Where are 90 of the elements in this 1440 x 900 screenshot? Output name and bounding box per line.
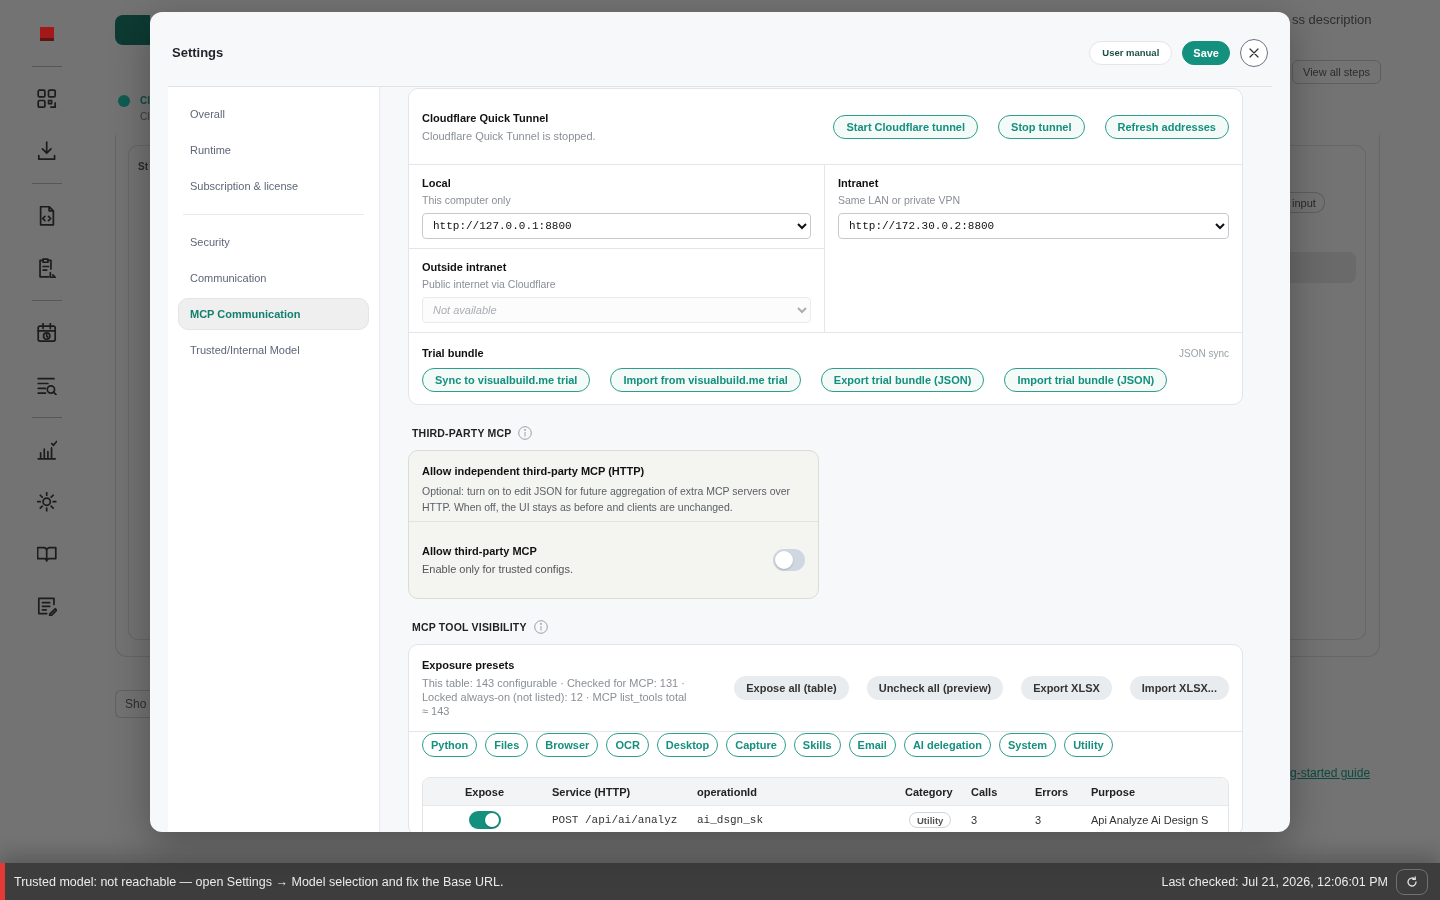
tunnel-button[interactable]: Refresh addresses	[1104, 114, 1229, 139]
bundle-button[interactable]: Import trial bundle (JSON)	[1004, 368, 1168, 392]
category-filter[interactable]: Desktop	[656, 733, 719, 757]
tunnel-button[interactable]: Start Cloudflare tunnel	[833, 114, 979, 139]
category-filter[interactable]: OCR	[606, 733, 649, 757]
nav-item[interactable]: Subscription & license	[178, 170, 369, 202]
bundle-button[interactable]: Export trial bundle (JSON)	[820, 368, 985, 392]
category-filter[interactable]: Skills	[793, 733, 841, 757]
nav-item[interactable]: Security	[178, 226, 369, 258]
refresh-button[interactable]	[1396, 868, 1428, 895]
bundle-button[interactable]: Sync to visualbuild.me trial	[422, 368, 591, 392]
column-header: Service (HTTP)	[552, 785, 631, 798]
tunnel-button[interactable]: Stop tunnel	[998, 114, 1085, 139]
nav-item[interactable]: Overall	[178, 98, 369, 130]
book-icon[interactable]	[36, 544, 57, 564]
calendar-icon[interactable]	[36, 323, 57, 343]
category-filter[interactable]: Python	[422, 733, 478, 757]
category-filter[interactable]: Browser	[536, 733, 599, 757]
section-title: Trial bundle	[422, 346, 484, 360]
nav-item[interactable]: MCP Communication	[178, 298, 369, 330]
column-header: Purpose	[1091, 785, 1135, 798]
manual-button[interactable]: User manual	[1089, 40, 1173, 65]
nav-item[interactable]: Runtime	[178, 134, 369, 166]
download-icon[interactable]	[36, 141, 57, 161]
section-title: Cloudflare Quick Tunnel	[422, 110, 549, 126]
field-label: Local	[422, 176, 451, 190]
table-cell: POST /api/ai/analyz	[552, 814, 678, 826]
setting-title: Allow independent third-party MCP (HTTP)	[422, 464, 645, 478]
view-steps-button[interactable]: View all steps	[1292, 60, 1382, 84]
sync-note: JSON sync	[1179, 347, 1229, 359]
status-message: Trusted model: not reachable — open Settings → Model selection and fix the Base URL.	[14, 874, 504, 889]
preset-button[interactable]: Import XLSX...	[1129, 676, 1229, 700]
field-label: Intranet	[838, 176, 879, 190]
status-dot-icon	[118, 95, 130, 107]
table-cell: 3	[971, 814, 978, 826]
column-header: Expose	[464, 785, 505, 798]
setting-title: Allow third-party MCP	[422, 544, 537, 558]
presets-summary: This table: 143 configurable · Checked for MCP: 131 · Locked always-on (not listed): 12 · MCP list_tools total ≈ 143	[422, 676, 688, 718]
column-header: Errors	[1035, 785, 1069, 798]
expose-toggle[interactable]	[468, 811, 501, 829]
category-filter[interactable]: System	[999, 733, 1057, 757]
dialog-title: Settings	[172, 45, 224, 60]
setting-description: Optional: turn on to edit JSON for future aggregation of extra MCP servers over HTTP. When off, the UI stays as before and clients are unchanged.	[422, 484, 792, 515]
note-icon[interactable]	[36, 596, 57, 616]
address-select[interactable]: http://172.30.0.2:8800	[838, 213, 1229, 239]
page-subtitle: ss description	[1292, 12, 1372, 28]
preset-button[interactable]: Uncheck all (preview)	[866, 676, 1004, 700]
section-heading: MCP TOOL VISIBILITY	[412, 620, 527, 634]
last-checked-text: Last checked: Jul 21, 2026, 12:06:01 PM	[1161, 874, 1388, 889]
guide-link[interactable]: g-started guide	[1290, 766, 1371, 780]
nav-item[interactable]: Trusted/Internal Model	[178, 334, 369, 366]
save-button[interactable]: Save	[1182, 40, 1230, 65]
sun-icon[interactable]	[36, 492, 57, 512]
field-hint: Same LAN or private VPN	[838, 193, 960, 207]
address-select[interactable]: http://127.0.0.1:8800	[422, 213, 811, 239]
setting-description: Enable only for trusted configs.	[422, 562, 574, 576]
bundle-button[interactable]: Import from visualbuild.me trial	[610, 368, 801, 392]
grid-icon[interactable]	[36, 89, 57, 109]
category-filter[interactable]: AI delegation	[903, 733, 991, 757]
table-cell: Api Analyze Ai Design S	[1091, 814, 1209, 826]
section-heading: THIRD-PARTY MCP	[412, 426, 512, 440]
preset-button[interactable]: Expose all (table)	[734, 676, 849, 700]
section-title: Exposure presets	[422, 658, 515, 672]
status-title: Cl	[140, 94, 150, 108]
column-header: Calls	[971, 785, 998, 798]
column-header: operationId	[697, 785, 757, 798]
refresh-icon	[1406, 875, 1418, 888]
shaded-block	[1290, 252, 1356, 283]
field-hint: Public internet via Cloudflare	[422, 277, 556, 291]
close-button[interactable]	[1240, 38, 1268, 67]
category-filter[interactable]: Files	[485, 733, 529, 757]
card-title: St	[138, 160, 148, 174]
nav-item[interactable]: Communication	[178, 262, 369, 294]
field-label: Outside intranet	[422, 260, 507, 274]
list-search-icon[interactable]	[36, 375, 57, 395]
toggle-switch[interactable]	[773, 549, 805, 571]
tunnel-status-text: Cloudflare Quick Tunnel is stopped.	[422, 128, 596, 144]
logo-icon[interactable]	[39, 27, 54, 41]
close-icon	[1249, 47, 1259, 58]
bar-chart-icon[interactable]	[36, 440, 57, 460]
clipboard-icon[interactable]	[36, 258, 57, 278]
table-cell: ai_dsgn_sk	[697, 814, 763, 826]
primary-button[interactable]	[115, 15, 150, 45]
category-filter[interactable]: Capture	[726, 733, 786, 757]
preset-button[interactable]: Export XLSX	[1021, 676, 1112, 700]
column-header: Category	[905, 785, 953, 798]
table-cell: 3	[1035, 814, 1042, 826]
category-filter[interactable]: Email	[848, 733, 896, 757]
field-hint: This computer only	[422, 193, 511, 207]
category-filter[interactable]: Utility	[1064, 733, 1113, 757]
